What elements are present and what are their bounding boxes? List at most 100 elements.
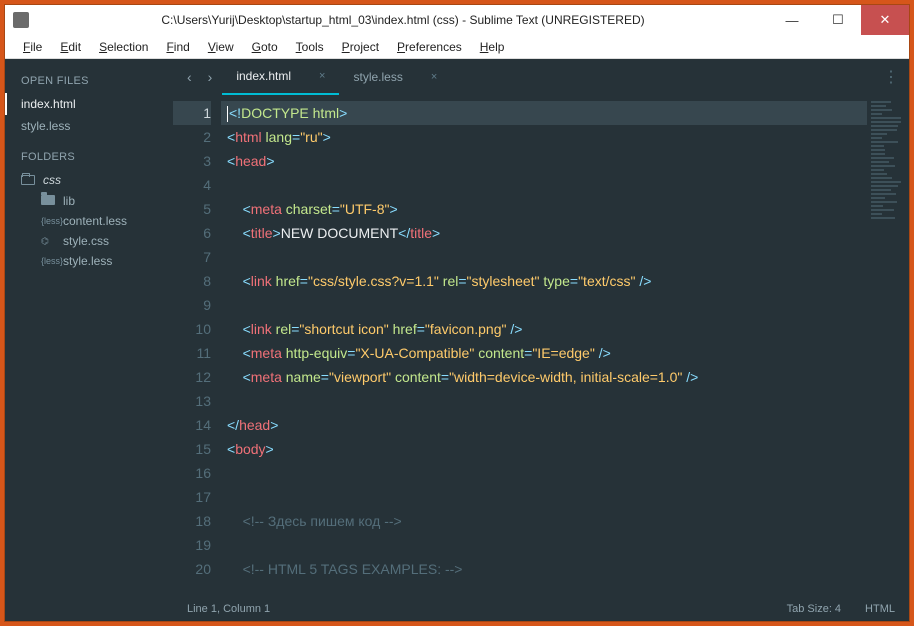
code-line[interactable]: <html lang="ru">	[221, 125, 867, 149]
code-line[interactable]	[221, 461, 867, 485]
line-gutter: 1234567891011121314151617181920	[173, 95, 221, 597]
line-number: 12	[173, 365, 211, 389]
code-editor[interactable]: 1234567891011121314151617181920 <!DOCTYP…	[173, 95, 909, 597]
css-file-icon: ⌬	[41, 236, 55, 247]
minimap-line	[871, 129, 897, 131]
code-line[interactable]	[221, 533, 867, 557]
line-number: 4	[173, 173, 211, 197]
line-number: 10	[173, 317, 211, 341]
menu-file[interactable]: File	[15, 38, 50, 56]
minimap-line	[871, 125, 898, 127]
code-line[interactable]: <title>NEW DOCUMENT</title>	[221, 221, 867, 245]
file-label: content.less	[63, 214, 127, 228]
code-line[interactable]	[221, 173, 867, 197]
folder-icon	[41, 195, 55, 208]
menu-goto[interactable]: Goto	[244, 38, 286, 56]
minimap-line	[871, 121, 901, 123]
line-number: 6	[173, 221, 211, 245]
minimap-line	[871, 213, 882, 215]
status-syntax[interactable]: HTML	[865, 603, 895, 615]
statusbar: Line 1, Column 1 Tab Size: 4 HTML	[173, 597, 909, 621]
folder-root[interactable]: css	[5, 169, 173, 191]
line-number: 5	[173, 197, 211, 221]
minimap-line	[871, 101, 891, 103]
sidebar-file-item[interactable]: lib	[5, 191, 173, 211]
code-line[interactable]	[221, 293, 867, 317]
close-button[interactable]: ✕	[861, 5, 909, 35]
menu-edit[interactable]: Edit	[52, 38, 89, 56]
file-label: lib	[63, 194, 75, 208]
sidebar: OPEN FILES index.htmlstyle.less FOLDERS …	[5, 59, 173, 621]
menu-selection[interactable]: Selection	[91, 38, 156, 56]
line-number: 1	[173, 101, 211, 125]
minimap-line	[871, 109, 892, 111]
nav-back-icon[interactable]: ‹	[181, 69, 198, 85]
status-pos[interactable]: Line 1, Column 1	[187, 603, 270, 615]
minimap-line	[871, 165, 895, 167]
menu-help[interactable]: Help	[472, 38, 513, 56]
folder-root-label: css	[43, 173, 61, 187]
minimap-line	[871, 153, 885, 155]
minimap-line	[871, 185, 898, 187]
tab-index-html[interactable]: index.html ×	[222, 59, 339, 95]
line-number: 2	[173, 125, 211, 149]
code-line[interactable]: <!-- Здесь пишем код -->	[221, 509, 867, 533]
code-line[interactable]: <body>	[221, 437, 867, 461]
minimap-line	[871, 105, 886, 107]
sidebar-file-item[interactable]: {less} content.less	[5, 211, 173, 231]
line-number: 19	[173, 533, 211, 557]
maximize-button[interactable]: ☐	[815, 5, 861, 35]
code-line[interactable]: <meta name="viewport" content="width=dev…	[221, 365, 867, 389]
minimap-line	[871, 161, 889, 163]
line-number: 7	[173, 245, 211, 269]
code-line[interactable]: </head>	[221, 413, 867, 437]
code-line[interactable]: <head>	[221, 149, 867, 173]
minimize-button[interactable]: —	[769, 5, 815, 35]
minimap[interactable]	[867, 95, 909, 597]
app-icon	[13, 12, 29, 28]
tab-style-less[interactable]: style.less ×	[339, 59, 451, 95]
code-line[interactable]	[221, 485, 867, 509]
open-file-item[interactable]: index.html	[5, 93, 173, 115]
file-label: style.less	[63, 254, 112, 268]
minimap-line	[871, 189, 891, 191]
open-files-header: OPEN FILES	[5, 69, 173, 93]
menubar: FileEditSelectionFindViewGotoToolsProjec…	[5, 35, 909, 59]
code-line[interactable]: <link rel="shortcut icon" href="favicon.…	[221, 317, 867, 341]
menu-find[interactable]: Find	[158, 38, 197, 56]
tab-close-icon[interactable]: ×	[319, 70, 325, 82]
code-line[interactable]: <link href="css/style.css?v=1.1" rel="st…	[221, 269, 867, 293]
code-line[interactable]: <!DOCTYPE html>	[221, 101, 867, 125]
menu-view[interactable]: View	[200, 38, 242, 56]
minimap-line	[871, 193, 896, 195]
code-line[interactable]: <meta charset="UTF-8">	[221, 197, 867, 221]
code-line[interactable]	[221, 245, 867, 269]
minimap-line	[871, 169, 884, 171]
minimap-line	[871, 209, 894, 211]
more-icon[interactable]: ⋮	[883, 67, 899, 87]
menu-preferences[interactable]: Preferences	[389, 38, 470, 56]
tab-label: index.html	[236, 69, 291, 83]
tab-close-icon[interactable]: ×	[431, 71, 437, 83]
line-number: 17	[173, 485, 211, 509]
titlebar[interactable]: C:\Users\Yurij\Desktop\startup_html_03\i…	[5, 5, 909, 35]
minimap-line	[871, 177, 892, 179]
code-line[interactable]: <meta http-equiv="X-UA-Compatible" conte…	[221, 341, 867, 365]
line-number: 18	[173, 509, 211, 533]
tab-label: style.less	[353, 70, 402, 84]
code-line[interactable]	[221, 389, 867, 413]
code-line[interactable]: <!-- HTML 5 TAGS EXAMPLES: -->	[221, 557, 867, 581]
menu-project[interactable]: Project	[334, 38, 387, 56]
nav-forward-icon[interactable]: ›	[202, 69, 219, 85]
sidebar-file-item[interactable]: ⌬ style.css	[5, 231, 173, 251]
sidebar-file-item[interactable]: {less}style.less	[5, 251, 173, 271]
status-tabsize[interactable]: Tab Size: 4	[787, 603, 841, 615]
window-title: C:\Users\Yurij\Desktop\startup_html_03\i…	[37, 13, 769, 27]
menu-tools[interactable]: Tools	[288, 38, 332, 56]
file-label: style.css	[63, 234, 109, 248]
code-content[interactable]: <!DOCTYPE html><html lang="ru"><head> <m…	[221, 95, 867, 597]
open-file-item[interactable]: style.less	[5, 115, 173, 137]
minimap-line	[871, 157, 894, 159]
minimap-line	[871, 205, 883, 207]
less-file-icon: {less}	[41, 216, 55, 227]
